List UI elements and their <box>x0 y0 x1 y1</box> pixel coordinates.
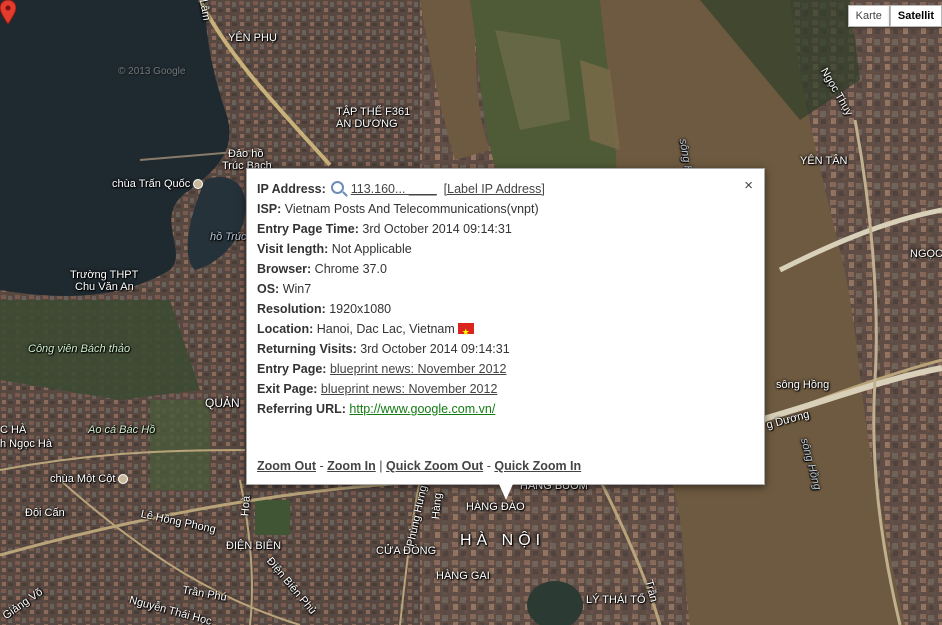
row-value: 3rd October 2014 09:14:31 <box>360 342 510 356</box>
quick-zoom-out-link[interactable]: Quick Zoom Out <box>386 459 483 473</box>
map-label-ha-noi: HÀ NỘI <box>460 532 546 549</box>
map-label-doi-can: Đội Cấn <box>25 507 65 519</box>
ip-address-link[interactable]: 113.160... ____ <box>351 182 437 196</box>
exit-page-link[interactable]: blueprint news: November 2012 <box>321 382 498 396</box>
map-label-ly-thai-to: LÝ THÁI TỔ <box>586 594 646 606</box>
visitor-info-window: × IP Address: 113.160... ____ [Label IP … <box>246 168 765 500</box>
row-label: Exit Page: <box>257 382 318 396</box>
poi-label: chùa Một Cột <box>50 473 116 485</box>
row-label: IP Address: <box>257 182 326 196</box>
map-label-yen-tan: YÊN TÂN <box>800 155 848 167</box>
row-label: Entry Page Time: <box>257 222 359 236</box>
poi-marker-icon <box>193 179 204 190</box>
poi-label: chùa Trấn Quốc <box>112 178 191 190</box>
map-label-yen-phu: YÊN PHỤ <box>228 32 277 44</box>
separator: | <box>379 459 383 473</box>
row-value: Vietnam Posts And Telecommunications(vnp… <box>284 202 539 216</box>
referring-url-link[interactable]: http://www.google.com.vn/ <box>349 402 495 416</box>
row-location: Location: Hanoi, Dac Lac, Vietnam <box>257 319 754 342</box>
row-label: Browser: <box>257 262 312 276</box>
map-label-dien-bien: ĐIỆN BIÊN <box>226 540 282 552</box>
magnifier-icon[interactable] <box>331 181 345 194</box>
map-watermark: © 2013 Google <box>118 66 186 77</box>
row-value: 1920x1080 <box>329 302 392 316</box>
row-value: Win7 <box>282 282 312 296</box>
row-value: Not Applicable <box>331 242 412 256</box>
row-label: Entry Page: <box>257 362 327 376</box>
row-entry-page: Entry Page: blueprint news: November 201… <box>257 359 754 379</box>
map-label-dao-ho: Đảo hồ <box>228 148 264 160</box>
row-value: 3rd October 2014 09:14:31 <box>362 222 512 236</box>
map-label-an-duong: AN DƯƠNG <box>336 118 398 130</box>
zoom-out-link[interactable]: Zoom Out <box>257 459 316 473</box>
map-label-hoa: Hoà <box>239 495 253 517</box>
map-label-hang-gai: HÀNG GAI <box>436 570 490 582</box>
map-label-song-hong: sông Hồng <box>776 379 830 391</box>
map-label-cong-vien: Công viên Bách thảo <box>28 343 131 355</box>
row-ip-address: IP Address: 113.160... ____ [Label IP Ad… <box>257 179 754 199</box>
separator: - <box>319 459 324 473</box>
row-returning-visits: Returning Visits: 3rd October 2014 09:14… <box>257 339 754 359</box>
row-isp: ISP: Vietnam Posts And Telecommunication… <box>257 199 754 219</box>
row-browser: Browser: Chrome 37.0 <box>257 259 754 279</box>
row-referring-url: Referring URL: http://www.google.com.vn/ <box>257 399 754 419</box>
row-exit-page: Exit Page: blueprint news: November 2012 <box>257 379 754 399</box>
close-icon[interactable]: × <box>744 177 753 194</box>
separator: - <box>486 459 491 473</box>
map-label-ao-ca: Ao cá Bác Hồ <box>88 424 156 436</box>
row-label: Location: <box>257 322 314 336</box>
row-label: Returning Visits: <box>257 342 357 356</box>
map-label-c-ha: C HÀ <box>0 424 27 436</box>
map-label-cua-dong: CỬA ĐÔNG <box>376 545 437 557</box>
row-label: ISP: <box>257 202 282 216</box>
row-value: Hanoi, Dac Lac, Vietnam <box>316 322 455 336</box>
row-visit-length: Visit length: Not Applicable <box>257 239 754 259</box>
map-label-ngoc: NGỌC <box>910 248 942 260</box>
row-label: OS: <box>257 282 280 296</box>
map-label-chu-van-an: Chu Văn An <box>75 281 134 293</box>
map-type-karte-button[interactable]: Karte <box>847 5 890 27</box>
map-type-control: Karte Satellit <box>847 5 942 27</box>
label-ip-address-link[interactable]: [Label IP Address] <box>444 182 545 196</box>
row-label: Referring URL: <box>257 402 346 416</box>
poi-marker-icon <box>118 474 129 485</box>
zoom-controls: Zoom Out - Zoom In | Quick Zoom Out - Qu… <box>257 459 581 473</box>
row-label: Resolution: <box>257 302 326 316</box>
map-label-ngoc-ha: h Ngọc Hà <box>0 438 52 450</box>
quick-zoom-in-link[interactable]: Quick Zoom In <box>494 459 581 473</box>
row-resolution: Resolution: 1920x1080 <box>257 299 754 319</box>
map-label-ho-truc: hồ Trúc <box>210 231 247 243</box>
map-label-hang-dao: HÀNG ĐÀO <box>466 501 525 513</box>
map-label-tap-the: TẬP THỂ F361 <box>336 106 411 118</box>
poi-chua-mot-cot[interactable]: chùa Một Cột <box>50 473 129 485</box>
row-os: OS: Win7 <box>257 279 754 299</box>
vietnam-flag-icon <box>457 322 474 342</box>
map-label-truong-thpt: Trường THPT <box>70 269 139 281</box>
map-type-satellit-button[interactable]: Satellit <box>889 5 942 27</box>
location-pin-icon[interactable] <box>0 0 16 24</box>
map-label-quan: QUẢN <box>205 396 240 410</box>
entry-page-link[interactable]: blueprint news: November 2012 <box>330 362 507 376</box>
poi-chua-tran-quoc[interactable]: chùa Trấn Quốc <box>112 178 204 190</box>
row-value: Chrome 37.0 <box>314 262 387 276</box>
row-entry-page-time: Entry Page Time: 3rd October 2014 09:14:… <box>257 219 754 239</box>
map-label-hang: Hàng <box>430 492 445 520</box>
row-label: Visit length: <box>257 242 329 256</box>
zoom-in-link[interactable]: Zoom In <box>327 459 376 473</box>
